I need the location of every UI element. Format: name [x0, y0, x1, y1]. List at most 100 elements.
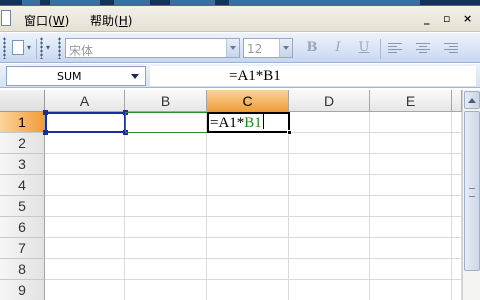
grid-cell[interactable] [452, 154, 462, 175]
align-center-icon[interactable] [416, 43, 430, 55]
grid-cell[interactable] [289, 259, 370, 280]
chevron-down-icon[interactable] [125, 67, 145, 85]
italic-button[interactable]: I [329, 40, 347, 57]
grid-cell[interactable] [207, 133, 289, 154]
grid-cell[interactable] [452, 259, 462, 280]
column-header-b[interactable]: B [125, 90, 207, 112]
grid-cell[interactable] [45, 175, 125, 196]
column-header-c[interactable]: C [207, 90, 289, 112]
range-resize-handle[interactable] [43, 110, 48, 115]
grid-cell[interactable] [125, 133, 207, 154]
menu-help[interactable]: 帮助(H) [90, 12, 132, 29]
grid-cell[interactable] [370, 259, 452, 280]
active-cell-c1[interactable]: =A1*B1 [207, 112, 292, 135]
grid-cell[interactable] [289, 238, 370, 259]
row-header-2[interactable]: 2 [0, 133, 45, 154]
grid-cell[interactable] [370, 196, 452, 217]
grid-cell[interactable] [207, 217, 289, 238]
grid-cell[interactable] [207, 196, 289, 217]
grid-cell[interactable] [289, 217, 370, 238]
grid-cell[interactable] [289, 175, 370, 196]
formula-input[interactable]: =A1*B1 [150, 66, 476, 86]
grid-cell[interactable] [370, 280, 452, 300]
toolbar-grip[interactable] [58, 37, 61, 59]
worksheet-grid[interactable]: A B C D E 1 2 3 4 5 6 7 8 9 =A1*B1 [0, 90, 462, 300]
chevron-down-icon[interactable] [279, 39, 292, 57]
grid-cell[interactable] [207, 175, 289, 196]
grid-cell[interactable] [125, 196, 207, 217]
grid-cell[interactable] [289, 280, 370, 300]
range-resize-handle[interactable] [43, 130, 48, 135]
grid-cell[interactable] [125, 217, 207, 238]
fill-handle[interactable] [287, 130, 292, 135]
row-header-3[interactable]: 3 [0, 154, 45, 175]
grid-cell[interactable] [452, 238, 462, 259]
grid-cell[interactable] [289, 196, 370, 217]
grid-cell[interactable] [289, 133, 370, 154]
grid-cell[interactable] [370, 133, 452, 154]
minimize-button[interactable]: _ [424, 12, 430, 25]
row-header-9[interactable]: 9 [0, 280, 45, 300]
grid-cell[interactable] [207, 154, 289, 175]
grid-cell[interactable] [207, 280, 289, 300]
vertical-scrollbar[interactable] [462, 90, 480, 300]
grid-cell[interactable] [370, 238, 452, 259]
column-header-e[interactable]: E [370, 90, 452, 112]
grid-cell[interactable] [45, 133, 125, 154]
toolbar-grip[interactable] [40, 37, 43, 59]
menu-window[interactable]: 窗口(W) [24, 12, 69, 29]
grid-cell[interactable] [45, 196, 125, 217]
grid-cell[interactable] [370, 175, 452, 196]
column-header-a[interactable]: A [45, 90, 125, 112]
select-all-corner[interactable] [0, 90, 45, 112]
workbook-icon[interactable] [1, 10, 11, 26]
restore-button[interactable]: ▫ [443, 12, 450, 25]
toolbar-grip[interactable] [3, 37, 6, 59]
grid-cell[interactable] [370, 217, 452, 238]
toolbar-overflow-chevron-icon[interactable]: ▾ [46, 43, 50, 52]
toolbar-overflow-chevron-icon[interactable]: ▾ [27, 43, 31, 52]
align-left-icon[interactable] [388, 43, 402, 55]
chevron-down-icon[interactable] [226, 39, 239, 57]
row-header-6[interactable]: 6 [0, 217, 45, 238]
grid-cell[interactable] [125, 280, 207, 300]
underline-button[interactable]: U [355, 40, 373, 57]
grid-cell[interactable] [452, 217, 462, 238]
row-header-7[interactable]: 7 [0, 238, 45, 259]
grid-cell[interactable] [45, 154, 125, 175]
row-header-4[interactable]: 4 [0, 175, 45, 196]
grid-cell[interactable] [45, 280, 125, 300]
close-button[interactable]: × [463, 12, 472, 25]
font-size-select[interactable]: 12 [243, 38, 293, 58]
column-header-partial[interactable] [452, 90, 462, 112]
grid-cell[interactable] [125, 259, 207, 280]
grid-cell[interactable] [289, 112, 370, 133]
bold-button[interactable]: B [303, 40, 321, 57]
row-header-1[interactable]: 1 [0, 112, 45, 133]
row-header-5[interactable]: 5 [0, 196, 45, 217]
grid-cell[interactable] [452, 196, 462, 217]
scroll-thumb[interactable] [464, 111, 480, 271]
grid-cell[interactable] [289, 154, 370, 175]
grid-cell[interactable] [370, 154, 452, 175]
column-header-d[interactable]: D [289, 90, 370, 112]
grid-cell[interactable] [45, 217, 125, 238]
grid-cell[interactable] [452, 175, 462, 196]
grid-cell[interactable] [370, 112, 452, 133]
grid-cell[interactable] [207, 238, 289, 259]
grid-cell[interactable] [45, 238, 125, 259]
scroll-up-arrow-icon[interactable] [464, 91, 480, 109]
grid-cell[interactable] [452, 112, 462, 133]
grid-cell[interactable] [452, 280, 462, 300]
grid-cell[interactable] [452, 133, 462, 154]
new-document-icon[interactable] [12, 40, 24, 55]
grid-cell[interactable] [125, 154, 207, 175]
name-box[interactable]: SUM [6, 66, 146, 86]
row-header-8[interactable]: 8 [0, 259, 45, 280]
grid-cell[interactable] [125, 238, 207, 259]
align-right-icon[interactable] [444, 43, 458, 55]
font-name-select[interactable]: 宋体 [65, 38, 240, 58]
grid-cell[interactable] [45, 259, 125, 280]
grid-cell[interactable] [207, 259, 289, 280]
grid-cell[interactable] [125, 175, 207, 196]
